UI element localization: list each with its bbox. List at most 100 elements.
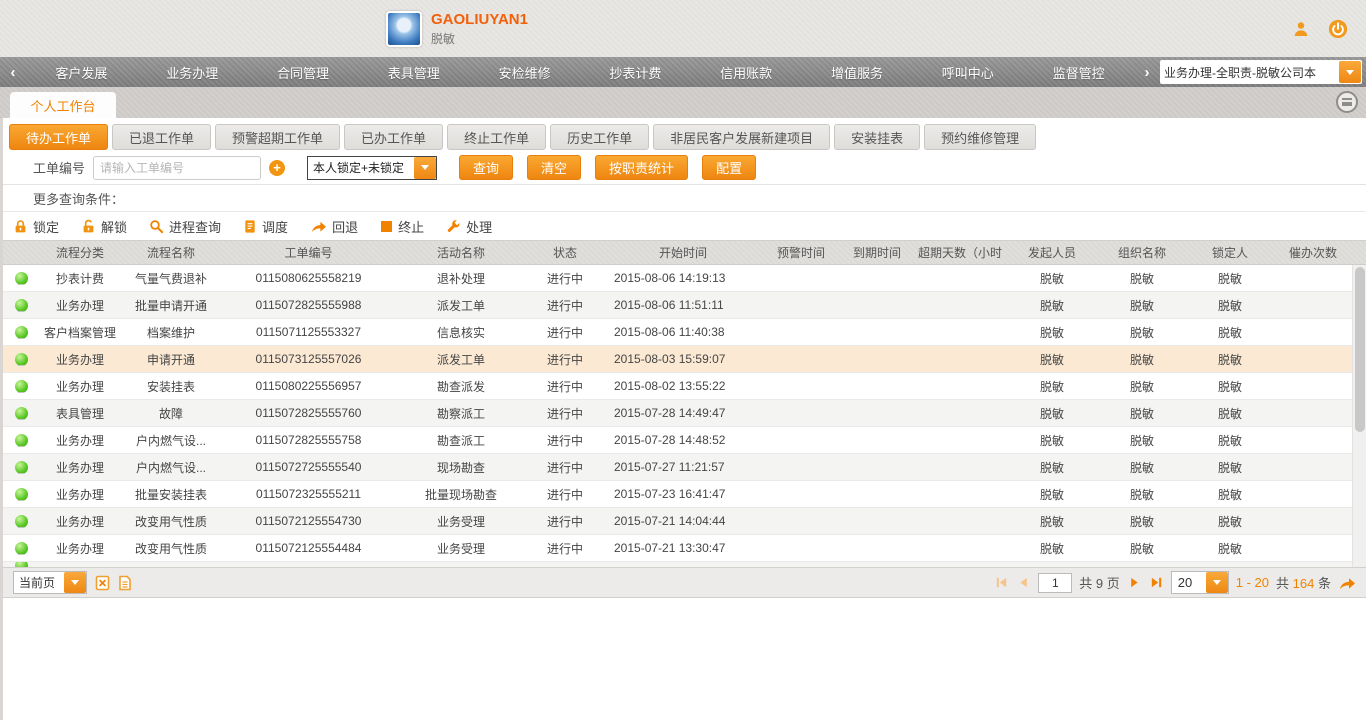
page-number-input[interactable] [1038,573,1072,593]
nav-item-9[interactable]: 监督管控 [1023,63,1134,82]
tab-personal-workspace[interactable]: 个人工作台 [10,92,116,118]
subtab-8[interactable]: 预约维修管理 [924,124,1036,150]
export-document-icon[interactable] [118,575,132,591]
table-row[interactable]: 业务办理改变用气性质0115072125554730业务受理进行中2015-07… [3,508,1366,535]
bulb-icon [15,272,28,285]
table-row[interactable]: 业务办理户内燃气设...0115072825555758勘查派工进行中2015-… [3,427,1366,454]
chevron-down-icon[interactable] [64,572,86,593]
cell: 故障 [121,405,221,422]
chevron-down-icon[interactable] [1339,61,1361,83]
table-row[interactable]: 业务办理户内燃气设...0115072725555540现场勘查进行中2015-… [3,454,1366,481]
table-row[interactable]: 业务办理改变用气性质0115072125554484业务受理进行中2015-07… [3,535,1366,562]
nav-item-6[interactable]: 信用账款 [691,63,802,82]
more-conditions-label[interactable]: 更多查询条件： [33,189,124,208]
query-button[interactable]: 查询 [459,155,513,180]
cell: 2015-08-06 11:40:38 [604,325,762,339]
subtab-5[interactable]: 历史工作单 [550,124,649,150]
last-page-icon[interactable] [1149,575,1164,590]
more-conditions-row: 更多查询条件： [3,184,1366,212]
toolbar-0[interactable]: 锁定 [13,217,59,236]
col-1: 流程名称 [121,244,221,261]
scrollbar-thumb[interactable] [1355,267,1365,432]
toolbar-2[interactable]: 进程查询 [149,217,221,236]
cell: 勘查派工 [396,432,526,449]
cell: 进行中 [526,378,604,395]
page-mode-value: 当前页 [14,574,64,591]
actions-toolbar: 锁定 解锁 进程查询 调度 回退 终止 处理 [3,212,1366,240]
nav-item-8[interactable]: 呼叫中心 [912,63,1023,82]
chevron-down-icon[interactable] [414,157,436,179]
bulb-icon [3,460,39,474]
cell: 2015-07-21 13:30:47 [604,541,762,555]
table-row[interactable]: 业务办理批量安装挂表0115072325555211批量现场勘查进行中2015-… [3,481,1366,508]
plus-circle-icon[interactable]: + [269,160,285,176]
nav-forward-chevron-icon[interactable]: › [1134,64,1160,81]
cell: 进行中 [526,459,604,476]
work-order-table: 流程分类流程名称工单编号活动名称状态开始时间预警时间到期时间超期天数（小时发起人… [3,240,1366,567]
toolbar-1[interactable]: 解锁 [81,217,127,236]
subtab-2[interactable]: 预警超期工作单 [215,124,340,150]
cell: 2015-07-23 16:41:47 [604,487,762,501]
page-mode-select[interactable]: 当前页 [13,571,87,594]
table-row[interactable]: 表具管理故障0115072825555760勘察派工进行中2015-07-28 … [3,400,1366,427]
subtab-3[interactable]: 已办工作单 [344,124,443,150]
nav-item-3[interactable]: 表具管理 [358,63,469,82]
next-page-icon[interactable] [1127,575,1142,590]
power-icon[interactable] [1328,19,1348,39]
first-page-icon[interactable] [994,575,1009,590]
bulb-icon [3,298,39,312]
table-row[interactable]: 业务办理申请开通0115073125557026派发工单进行中2015-08-0… [3,346,1366,373]
cell: 脱敏 [1186,297,1274,314]
cell: 改变用气性质 [121,513,221,530]
person-icon[interactable] [1292,20,1310,38]
subtab-6[interactable]: 非居民客户发展新建项目 [653,124,830,150]
toolbar-6[interactable]: 处理 [446,217,492,236]
role-select[interactable]: 业务办理-全职责-脱敏公司本 [1160,60,1362,84]
table-row[interactable]: 客户档案管理档案维护0115071125553327信息核实进行中2015-08… [3,319,1366,346]
nav-item-2[interactable]: 合同管理 [248,63,359,82]
nav-back-chevron-icon[interactable]: ‹ [0,64,26,81]
subtab-4[interactable]: 终止工作单 [447,124,546,150]
cell: 脱敏 [1006,513,1098,530]
nav-item-4[interactable]: 安检维修 [469,63,580,82]
stats-by-duty-button[interactable]: 按职责统计 [595,155,688,180]
work-order-input[interactable] [93,156,261,180]
clear-button[interactable]: 清空 [527,155,581,180]
subtab-0[interactable]: 待办工作单 [9,124,108,150]
cell: 脱敏 [1006,540,1098,557]
page-size-select[interactable]: 20 [1171,571,1229,594]
nav-item-7[interactable]: 增值服务 [802,63,913,82]
lock-filter-select[interactable]: 本人锁定+未锁定 [307,156,437,180]
table-row[interactable]: 抄表计费气量气费退补0115080625558219退补处理进行中2015-08… [3,265,1366,292]
cell: 脱敏 [1186,378,1274,395]
cell: 2015-08-02 13:55:22 [604,379,762,393]
subtab-7[interactable]: 安装挂表 [834,124,920,150]
top-header: GAOLIUYAN1 脱敏 [0,0,1366,57]
cell: 进行中 [526,351,604,368]
subtab-1[interactable]: 已退工作单 [112,124,211,150]
toolbar-3[interactable]: 调度 [243,217,288,236]
chevron-down-icon[interactable] [1206,572,1228,593]
prev-page-icon[interactable] [1016,575,1031,590]
cell: 0115073125557026 [221,352,396,366]
table-row[interactable]: 业务办理安装挂表0115080225556957勘查派发进行中2015-08-0… [3,373,1366,400]
cell: 业务办理 [39,513,121,530]
nav-item-1[interactable]: 业务办理 [137,63,248,82]
page-size-value: 20 [1172,575,1206,590]
config-button[interactable]: 配置 [702,155,756,180]
nav-item-0[interactable]: 客户发展 [26,63,137,82]
magnifier-icon [149,219,164,234]
go-arrow-icon[interactable] [1338,575,1356,591]
menu-circle-icon[interactable] [1336,91,1358,113]
nav-item-5[interactable]: 抄表计费 [580,63,691,82]
vertical-scrollbar[interactable] [1352,265,1366,567]
export-excel-icon[interactable] [95,575,110,591]
bulb-icon [15,461,28,474]
toolbar-5[interactable]: 终止 [380,217,424,236]
bulb-icon [3,487,39,501]
avatar [386,11,422,47]
bulb-icon [15,380,28,393]
toolbar-4[interactable]: 回退 [310,217,358,236]
cell: 脱敏 [1006,486,1098,503]
table-row[interactable]: 业务办理批量申请开通0115072825555988派发工单进行中2015-08… [3,292,1366,319]
